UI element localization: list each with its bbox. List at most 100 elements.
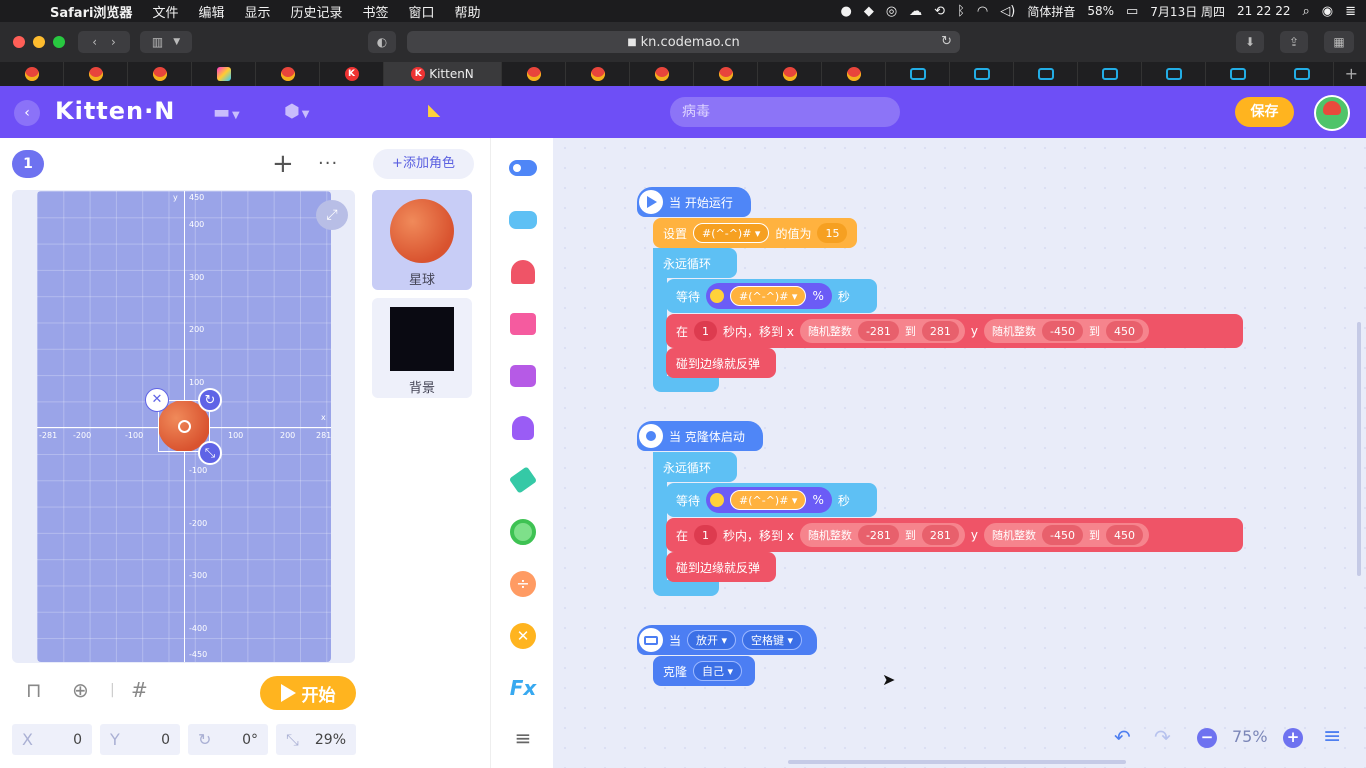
events-category[interactable]	[508, 156, 538, 180]
flag-icon[interactable]: ◣	[428, 100, 440, 119]
tab-20[interactable]	[1270, 62, 1334, 86]
random-y-reporter[interactable]: 随机整数 -450 到 450	[984, 319, 1149, 343]
tab-5[interactable]	[256, 62, 320, 86]
tab-13[interactable]	[822, 62, 886, 86]
number-input[interactable]: 281	[921, 321, 959, 341]
scene-number-badge[interactable]: 1	[12, 150, 44, 178]
zoom-window-button[interactable]	[53, 36, 65, 48]
control-center-icon[interactable]: ≣	[1345, 4, 1356, 19]
lists-category[interactable]: ✕	[508, 623, 538, 649]
tab-overview-button[interactable]: ▦	[1324, 31, 1354, 53]
arrange-blocks-icon[interactable]: ≡	[1323, 724, 1341, 749]
fullscreen-button[interactable]: ⤢	[316, 200, 348, 230]
zoom-out-button[interactable]: −	[1197, 728, 1217, 748]
menu-bookmarks[interactable]: 书签	[353, 2, 399, 21]
undo-icon[interactable]: ↶	[1114, 725, 1131, 749]
project-name-input[interactable]: 病毒	[670, 97, 900, 127]
redo-icon[interactable]: ↷	[1154, 725, 1171, 749]
avatar[interactable]	[1314, 95, 1350, 131]
tab-4[interactable]	[192, 62, 256, 86]
tab-3[interactable]	[128, 62, 192, 86]
scale-sprite-handle[interactable]: ⤡	[198, 441, 222, 465]
wait-block[interactable]: 等待 #(^-^)# ▾ % 秒	[666, 483, 877, 517]
x-position-field[interactable]: X 0	[12, 724, 92, 755]
operators-category[interactable]: ÷	[508, 571, 538, 597]
back-button[interactable]: ‹	[14, 100, 40, 126]
app-status-icon[interactable]: ◆	[864, 4, 874, 19]
number-input[interactable]: 450	[1105, 321, 1143, 341]
number-input[interactable]: -450	[1042, 321, 1083, 341]
menu-window[interactable]: 窗口	[399, 2, 445, 21]
menu-history[interactable]: 历史记录	[280, 2, 352, 21]
menu-file[interactable]: 文件	[142, 2, 188, 21]
spotlight-icon[interactable]: ⌕	[1302, 4, 1309, 19]
sprite-center-point[interactable]	[178, 420, 191, 433]
tab-19[interactable]	[1206, 62, 1270, 86]
minimize-window-button[interactable]	[33, 36, 45, 48]
functions-category[interactable]: Fx	[508, 676, 538, 700]
forever-loop-block[interactable]: 永远循环	[653, 452, 737, 482]
bluetooth-icon[interactable]: ᛒ	[957, 4, 965, 19]
glide-to-block[interactable]: 在 1 秒内，移到 x 随机整数 -281 到 281 y 随机整数 -450 …	[666, 314, 1243, 348]
time-machine-icon[interactable]: ⟲	[934, 4, 945, 19]
wechat-icon[interactable]: ☁	[909, 4, 922, 19]
start-button[interactable]: 开始	[260, 676, 356, 710]
menu-edit[interactable]: 编辑	[188, 2, 234, 21]
rotate-sprite-handle[interactable]: ↻	[198, 388, 222, 412]
variable-dropdown[interactable]: #(^-^)# ▾	[730, 490, 807, 510]
tab-8[interactable]	[502, 62, 566, 86]
forever-loop-block[interactable]: 永远循环	[653, 248, 737, 278]
input-method[interactable]: 简体拼音	[1027, 3, 1075, 20]
translate-icon[interactable]: ◎	[886, 4, 897, 19]
tab-9[interactable]	[566, 62, 630, 86]
back-forward-buttons[interactable]: ‹ ›	[78, 31, 130, 53]
new-tab-button[interactable]: +	[1334, 62, 1366, 86]
when-clone-starts-block[interactable]: 当 克隆体启动	[637, 421, 763, 451]
share-button[interactable]: ⇪	[1280, 31, 1308, 53]
number-input[interactable]: -450	[1042, 525, 1083, 545]
tab-6[interactable]: K	[320, 62, 384, 86]
when-key-block[interactable]: 当 放开 ▾ 空格键 ▾	[637, 625, 817, 655]
tab-10[interactable]	[630, 62, 694, 86]
sidebar-toggle-button[interactable]: ▥ ▼	[140, 31, 192, 53]
menu-safari[interactable]: Safari浏览器	[40, 2, 142, 21]
random-x-reporter[interactable]: 随机整数 -281 到 281	[799, 319, 965, 343]
tab-14[interactable]	[886, 62, 950, 86]
number-input[interactable]: 15	[817, 223, 848, 243]
tab-2[interactable]	[64, 62, 128, 86]
more-options-button[interactable]: ···	[318, 150, 338, 178]
battery-icon[interactable]: ▭	[1126, 4, 1138, 19]
add-sprite-button[interactable]: +添加角色	[373, 149, 474, 179]
battery-percent[interactable]: 58%	[1087, 4, 1114, 18]
tab-18[interactable]	[1142, 62, 1206, 86]
menu-view[interactable]: 显示	[234, 2, 280, 21]
bounce-block[interactable]: 碰到边缘就反弹	[666, 552, 776, 582]
percent-reporter[interactable]: #(^-^)# ▾ %	[706, 487, 832, 513]
crosshair-icon[interactable]: ⊕	[72, 678, 89, 702]
clone-target-dropdown[interactable]: 自己 ▾	[693, 661, 743, 681]
sensing-category[interactable]	[508, 416, 538, 440]
number-input[interactable]: -281	[857, 525, 899, 545]
tab-15[interactable]	[950, 62, 1014, 86]
glide-to-block[interactable]: 在 1 秒内，移到 x 随机整数 -281 到 281 y 随机整数 -450 …	[666, 518, 1243, 552]
zoom-in-button[interactable]: +	[1283, 728, 1303, 748]
tab-active[interactable]: K KittenN	[384, 62, 502, 86]
variables-category[interactable]	[508, 519, 538, 545]
random-y-reporter[interactable]: 随机整数 -450 到 450	[984, 523, 1149, 547]
tab-1[interactable]	[0, 62, 64, 86]
when-start-block[interactable]: 当 开始运行	[637, 187, 751, 217]
remove-sprite-handle[interactable]: ✕	[145, 388, 169, 412]
settings-menu-button[interactable]: ⬢ ▼	[284, 101, 309, 122]
menu-help[interactable]: 帮助	[445, 2, 491, 21]
privacy-shield-button[interactable]: ◐	[368, 31, 396, 53]
sprite-card-planet[interactable]: 星球	[372, 190, 472, 290]
chevron-left-icon[interactable]: ‹	[92, 35, 97, 49]
file-menu-button[interactable]: ▬ ▼	[213, 102, 240, 123]
seconds-input[interactable]: 1	[694, 321, 718, 341]
tab-17[interactable]	[1078, 62, 1142, 86]
wifi-icon[interactable]: ◠	[977, 4, 988, 19]
record-icon[interactable]: ●	[840, 4, 851, 19]
more-categories-button[interactable]: ≡	[508, 726, 538, 750]
rotation-field[interactable]: ↻ 0°	[188, 724, 268, 755]
unlock-icon[interactable]: ⊓	[26, 678, 42, 702]
